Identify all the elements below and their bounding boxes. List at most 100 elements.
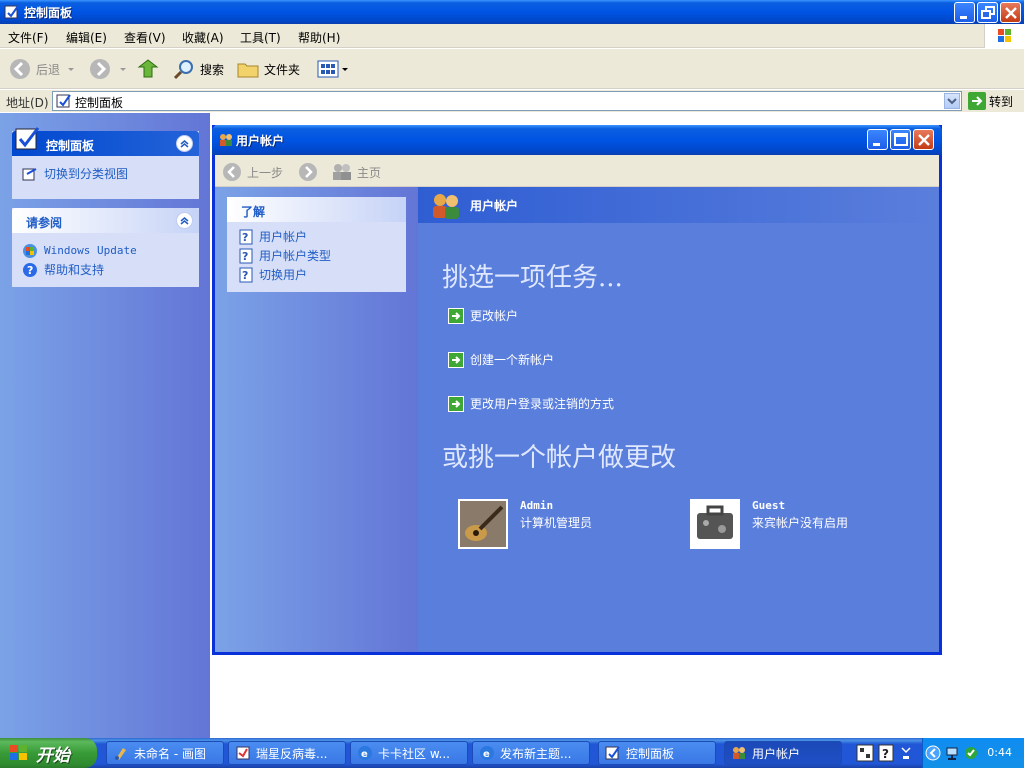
taskbar-button-control-panel[interactable]: 控制面板 (598, 741, 716, 765)
ime-options-icon[interactable] (900, 744, 912, 762)
collapse-button[interactable] (176, 135, 193, 152)
help-icon[interactable]: ? (878, 744, 894, 762)
user-accounts-window: 用户帐户 上一步 主页 了解 ? 用户帐户 ? 用户帐户类型 ? 切换用户 用户… (212, 125, 942, 655)
task-create-account[interactable]: 创建一个新帐户 (448, 351, 554, 368)
address-dropdown[interactable] (944, 93, 960, 109)
task-change-logon[interactable]: 更改用户登录或注销的方式 (448, 395, 614, 412)
windows-logo (984, 24, 1024, 48)
paint-icon (115, 748, 126, 760)
switch-view-icon (22, 167, 37, 180)
forward-button[interactable] (297, 158, 319, 186)
dropdown-arrow-icon (120, 68, 126, 71)
taskbar-button-new-topic[interactable]: e 发布新主题... (472, 741, 590, 765)
restore-button[interactable] (977, 2, 998, 23)
address-input[interactable]: 控制面板 (52, 91, 962, 111)
taskbar-button-kaka[interactable]: e 卡卡社区 w... (350, 741, 468, 765)
back-button[interactable]: 上一步 (221, 158, 283, 186)
up-button[interactable] (136, 55, 160, 83)
network-icon[interactable] (945, 745, 961, 761)
control-panel-small-icon (605, 746, 620, 760)
go-arrow-icon (968, 92, 986, 110)
browser-icon: e (358, 746, 372, 760)
maximize-button[interactable] (890, 129, 911, 150)
tray-expand-icon[interactable] (925, 745, 941, 761)
start-button[interactable]: 开始 (0, 738, 97, 768)
control-panel-titlebar[interactable]: 控制面板 (0, 0, 1024, 24)
minimize-button[interactable] (867, 129, 888, 150)
windows-flag-icon (998, 29, 1011, 42)
minimize-icon (873, 143, 880, 146)
home-button[interactable]: 主页 (331, 158, 381, 186)
green-arrow-icon (448, 351, 464, 368)
users-icon (733, 747, 745, 759)
learn-link-user-accounts[interactable]: ? 用户帐户 (239, 227, 394, 246)
see-also-box: 请参阅 Windows Update ? 帮助和支持 (12, 208, 199, 287)
folders-button[interactable]: 文件夹 (236, 55, 300, 83)
users-large-icon (433, 194, 459, 219)
back-arrow-icon (10, 59, 30, 79)
antivirus-tray-icon[interactable] (963, 745, 979, 761)
back-button[interactable]: 后退 (8, 55, 76, 83)
svg-text:?: ? (242, 250, 248, 263)
help-support-link[interactable]: ? 帮助和支持 (22, 260, 189, 279)
svg-text:?: ? (27, 264, 33, 277)
control-panel-large-icon (15, 127, 40, 150)
close-icon (1005, 7, 1017, 19)
views-button[interactable] (316, 55, 350, 83)
windows-update-link[interactable]: Windows Update (22, 241, 189, 260)
dropdown-arrow-icon (342, 68, 348, 71)
menu-view[interactable]: 查看(V) (124, 29, 166, 46)
forward-button[interactable] (88, 55, 128, 83)
menu-bar: 文件(F) 编辑(E) 查看(V) 收藏(A) 工具(T) 帮助(H) (0, 24, 1024, 48)
guest-avatar (690, 499, 740, 549)
windows-flag-icon (10, 745, 27, 760)
learn-link-account-types[interactable]: ? 用户帐户类型 (239, 246, 394, 265)
chevron-up-icon (180, 140, 189, 148)
search-button[interactable]: 搜索 (172, 55, 224, 83)
menu-help[interactable]: 帮助(H) (298, 29, 340, 46)
control-panel-box-header[interactable]: 控制面板 (12, 127, 199, 156)
input-method-icon[interactable] (856, 744, 874, 762)
see-also-header[interactable]: 请参阅 (12, 208, 199, 233)
user-accounts-titlebar[interactable]: 用户帐户 (212, 125, 942, 155)
restore-icon (981, 6, 995, 19)
switch-category-view-link[interactable]: 切换到分类视图 (22, 164, 189, 183)
learn-link-switch-users[interactable]: ? 切换用户 (239, 265, 394, 284)
taskbar-button-user-accounts[interactable]: 用户帐户 (724, 741, 842, 765)
users-icon (220, 134, 232, 146)
close-icon (918, 134, 930, 146)
svg-text:?: ? (242, 231, 248, 244)
folder-icon (237, 63, 259, 78)
dropdown-arrow-icon (68, 68, 75, 71)
task-change-account[interactable]: 更改帐户 (448, 307, 518, 324)
taskbar-button-antivirus[interactable]: 瑞星反病毒... (228, 741, 346, 765)
svg-text:?: ? (242, 269, 248, 282)
minimize-button[interactable] (954, 2, 975, 23)
back-arrow-icon (223, 163, 241, 181)
task-pane: 控制面板 切换到分类视图 请参阅 Windows Update ? 帮助和支持 (0, 113, 210, 738)
close-button[interactable] (913, 129, 934, 150)
menu-file[interactable]: 文件(F) (8, 29, 48, 46)
svg-text:?: ? (882, 747, 889, 761)
learn-header: 了解 (227, 197, 406, 222)
menu-edit[interactable]: 编辑(E) (66, 29, 107, 46)
close-button[interactable] (1000, 2, 1021, 23)
pick-task-heading: 挑选一项任务... (442, 263, 623, 293)
menu-favorites[interactable]: 收藏(A) (182, 29, 224, 46)
svg-text:e: e (361, 749, 368, 760)
browser-icon: e (480, 746, 494, 760)
control-panel-small-icon (56, 94, 71, 108)
collapse-button[interactable] (176, 212, 193, 229)
control-panel-icon (4, 5, 19, 19)
chevron-down-icon (947, 98, 957, 105)
suitcase-icon (692, 501, 738, 547)
menu-tools[interactable]: 工具(T) (240, 29, 281, 46)
account-guest[interactable]: Guest 来宾帐户没有启用 (690, 499, 848, 549)
banner: 用户帐户 (418, 187, 939, 223)
taskbar-button-paint[interactable]: 未命名 - 画图 (106, 741, 224, 765)
control-panel-box: 控制面板 切换到分类视图 (12, 127, 199, 199)
clock[interactable]: 0:44 (987, 746, 1012, 759)
go-button[interactable]: 转到 (968, 92, 1013, 110)
forward-arrow-icon (299, 163, 317, 181)
account-admin[interactable]: Admin 计算机管理员 (458, 499, 592, 549)
